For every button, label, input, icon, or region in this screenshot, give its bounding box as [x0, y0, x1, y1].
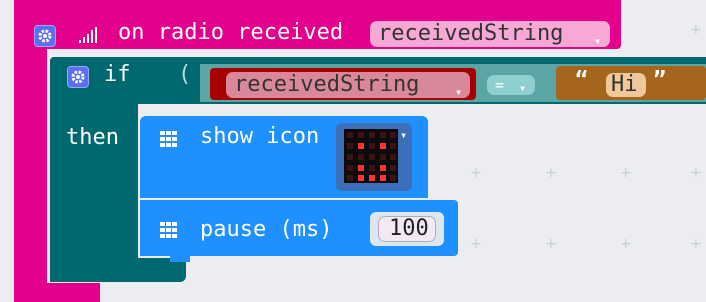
- operator-symbol: =: [495, 76, 505, 94]
- grid-mark: +: [545, 236, 557, 252]
- variable-name: receivedString: [234, 72, 420, 97]
- grid-mark: +: [690, 236, 702, 252]
- icon-picker[interactable]: ▾: [336, 123, 412, 191]
- variable-dropdown[interactable]: receivedString ▾: [226, 72, 470, 99]
- if-label: if: [104, 62, 131, 87]
- then-label: then: [66, 125, 119, 150]
- pause-value-slot[interactable]: 100: [370, 212, 444, 246]
- open-quote-icon: “: [575, 68, 589, 93]
- pause-value-field[interactable]: 100: [378, 216, 436, 242]
- condition-paren: (: [178, 62, 192, 87]
- close-quote-icon: ”: [653, 68, 667, 93]
- text-value[interactable]: Hi: [606, 73, 646, 97]
- led-grid-icon: [160, 131, 177, 147]
- led-grid-icon: [344, 129, 398, 183]
- chevron-down-icon: ▾: [455, 85, 463, 99]
- grid-mark: +: [470, 165, 482, 181]
- grid-mark: +: [470, 236, 482, 252]
- show-icon-label: show icon: [200, 124, 320, 149]
- text-value-label: Hi: [611, 72, 638, 97]
- block-notch: [170, 256, 190, 262]
- grid-mark: +: [620, 236, 632, 252]
- received-string-param[interactable]: receivedString ▾: [370, 21, 610, 48]
- led-grid-icon: [160, 222, 177, 238]
- gear-icon[interactable]: [67, 66, 89, 88]
- signal-bars-icon: [79, 27, 97, 43]
- grid-mark: +: [690, 165, 702, 181]
- radio-received-label: on radio received: [118, 20, 344, 45]
- pause-value: 100: [389, 216, 429, 241]
- operator-dropdown[interactable]: = ▾: [487, 75, 535, 95]
- gear-icon[interactable]: [34, 25, 56, 47]
- chevron-down-icon: ▾: [400, 128, 408, 142]
- chevron-down-icon: ▾: [519, 81, 527, 95]
- grid-mark: +: [545, 165, 557, 181]
- grid-mark: +: [620, 165, 632, 181]
- grid-mark: +: [690, 22, 702, 38]
- chevron-down-icon: ▾: [594, 34, 602, 48]
- received-string-param-label: receivedString: [378, 21, 564, 46]
- pause-label: pause (ms): [200, 217, 333, 242]
